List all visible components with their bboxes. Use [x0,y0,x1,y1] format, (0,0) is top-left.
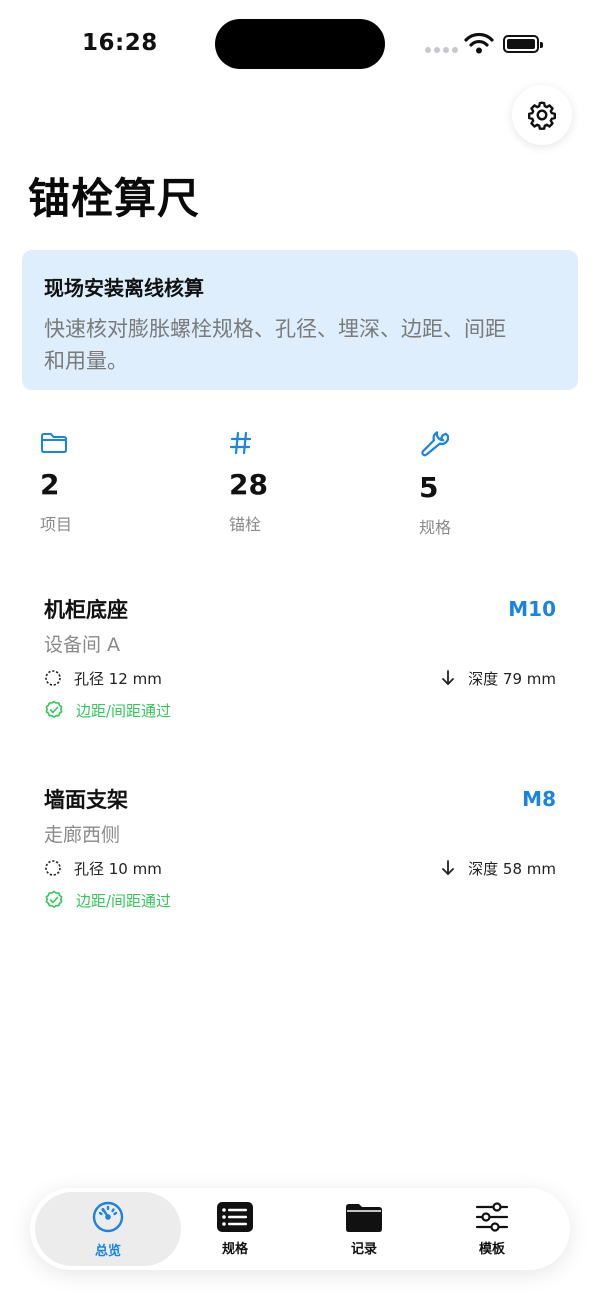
app-screen: 16:28 锚栓算尺 现场安装离线核算 快速核对膨胀螺栓规格、孔径、埋深、边距、… [0,0,600,1300]
folder-icon [346,1203,382,1232]
record-name: 墙面支架 [44,788,128,812]
record-name: 机柜底座 [44,598,128,622]
record-hole: 孔径 12 mm [44,668,162,689]
list-icon [217,1201,253,1232]
wifi-icon [464,32,494,54]
tab-overview[interactable]: 总览 [35,1192,181,1266]
tab-records[interactable]: 记录 [300,1192,428,1266]
dashed-circle-icon [45,670,61,686]
battery-icon [503,35,543,53]
tab-bar: 总览 规格 记录 模板 [30,1188,570,1270]
dynamic-island [215,19,385,69]
tab-label: 模板 [478,1241,505,1257]
record-hole-text: 孔径 10 mm [74,859,162,878]
record-status: 边距/间距通过 [44,696,556,724]
gear-icon [528,101,556,130]
settings-button[interactable] [512,85,572,145]
tab-label: 记录 [350,1241,377,1257]
stat-value: 28 [229,468,268,501]
record-location: 走廊西侧 [44,824,121,846]
record-depth-text: 深度 79 mm [468,669,556,688]
check-seal-icon [45,700,63,718]
record-spec: M8 [522,787,556,811]
stat-specs: 5 规格 [419,428,569,538]
stat-value: 2 [40,468,60,501]
anchor-record[interactable]: 墙面支架 M8 走廊西侧 孔径 10 mm 深度 58 mm 边距/间距通过 [44,784,556,914]
arrow-down-icon [442,670,455,686]
record-hole: 孔径 10 mm [44,858,162,879]
stat-label: 锚栓 [229,515,262,534]
stat-label: 项目 [40,515,73,534]
record-status-text: 边距/间距通过 [76,891,172,910]
arrow-down-icon [442,860,455,876]
info-card-description: 快速核对膨胀螺栓规格、孔径、埋深、边距、间距 和用量。 [44,313,556,377]
status-time: 16:28 [82,30,158,56]
info-card-description-line: 和用量。 [44,349,128,373]
info-card-description-line: 快速核对膨胀螺栓规格、孔径、埋深、边距、间距 [44,317,506,341]
stat-anchors: 28 锚栓 [229,428,379,535]
record-spec: M10 [508,597,556,621]
record-location: 设备间 A [44,634,121,656]
record-status-text: 边距/间距通过 [76,701,172,720]
dashed-circle-icon [45,860,61,876]
record-depth-text: 深度 58 mm [468,859,556,878]
wrench-icon [421,431,449,457]
page-title: 锚栓算尺 [28,174,201,223]
check-seal-icon [45,890,63,908]
record-depth: 深度 58 mm [440,858,556,879]
record-status: 边距/间距通过 [44,886,556,914]
hash-icon [229,431,252,455]
tab-specs[interactable]: 规格 [171,1192,299,1266]
stat-projects: 2 项目 [40,428,190,535]
stat-value: 5 [419,471,439,504]
anchor-record[interactable]: 机柜底座 M10 设备间 A 孔径 12 mm 深度 79 mm 边距/间距通过 [44,594,556,724]
record-hole-text: 孔径 12 mm [74,669,162,688]
status-bar: 16:28 [0,0,600,90]
sliders-icon [475,1201,509,1232]
record-depth: 深度 79 mm [440,668,556,689]
gauge-icon [92,1201,124,1232]
cellular-signal-icon [425,47,458,53]
stat-label: 规格 [419,518,452,537]
info-card-title: 现场安装离线核算 [44,276,204,300]
tab-label: 总览 [94,1243,121,1259]
tab-templates[interactable]: 模板 [428,1192,556,1266]
tab-label: 规格 [221,1241,248,1257]
folder-icon [41,433,67,453]
info-card: 现场安装离线核算 快速核对膨胀螺栓规格、孔径、埋深、边距、间距 和用量。 [22,250,578,390]
